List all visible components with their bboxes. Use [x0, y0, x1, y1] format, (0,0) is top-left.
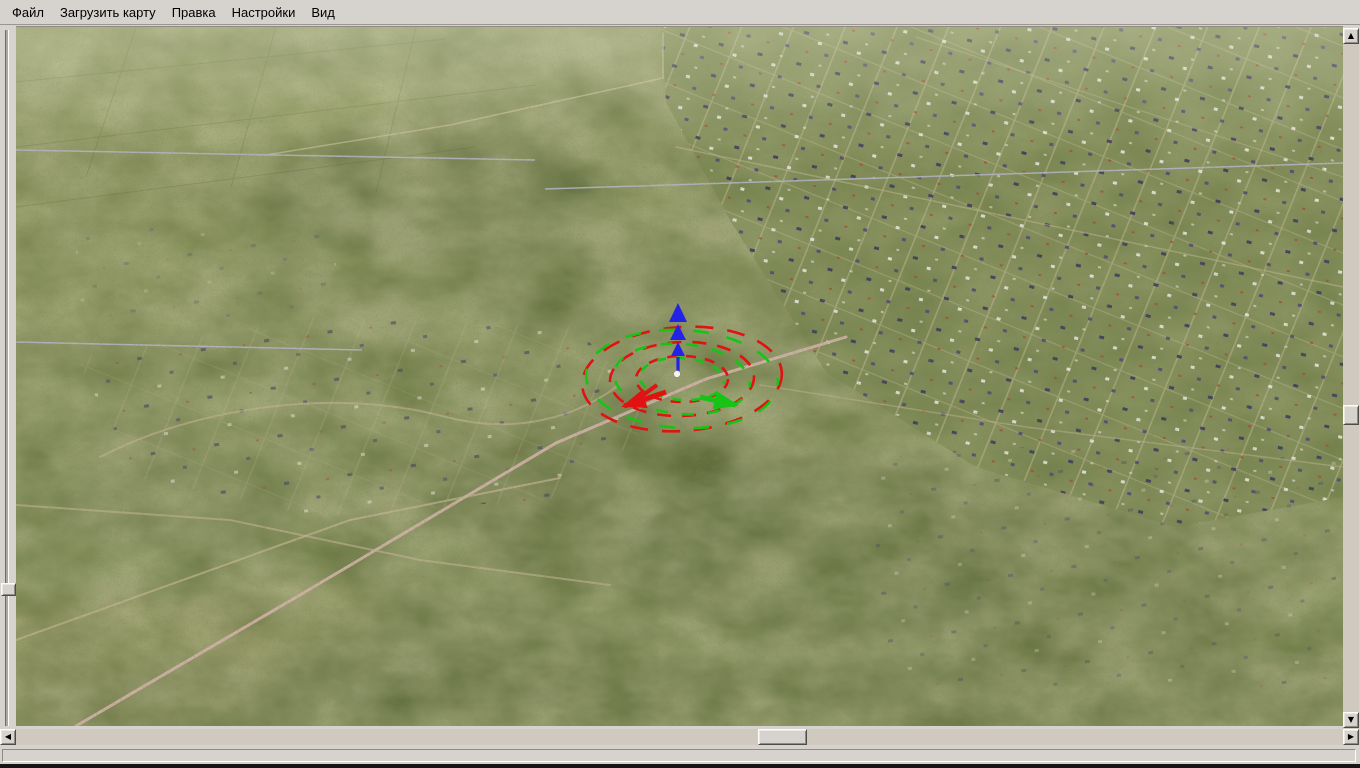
menu-item-file[interactable]: Файл: [4, 2, 52, 23]
scroll-down-button[interactable]: ▼: [1343, 712, 1359, 728]
zoom-slider-track[interactable]: [5, 30, 9, 726]
vertical-scrollbar-thumb[interactable]: [1343, 405, 1359, 425]
menu-item-edit[interactable]: Правка: [164, 2, 224, 23]
scroll-left-button[interactable]: ◀: [0, 729, 16, 745]
status-bar: [2, 749, 1356, 762]
scroll-down-icon: ▼: [1347, 715, 1355, 724]
menu-item-load-map[interactable]: Загрузить карту: [52, 2, 164, 23]
scroll-right-button[interactable]: ▶: [1343, 729, 1359, 745]
horizontal-scrollbar[interactable]: ◀ ▶: [0, 729, 1359, 745]
scroll-right-icon: ▶: [1347, 732, 1355, 741]
zoom-slider[interactable]: [0, 28, 16, 728]
scroll-left-icon: ◀: [4, 732, 12, 741]
horizontal-scrollbar-thumb[interactable]: [758, 729, 807, 745]
window-bottom-edge: [0, 764, 1360, 768]
menu-bar: Файл Загрузить карту Правка Настройки Ви…: [0, 0, 1360, 25]
vertical-scrollbar-track[interactable]: [1343, 44, 1359, 712]
horizontal-scrollbar-track[interactable]: [16, 729, 1343, 745]
application-window: Файл Загрузить карту Правка Настройки Ви…: [0, 0, 1360, 768]
map-viewport[interactable]: [16, 27, 1343, 726]
menu-item-view[interactable]: Вид: [303, 2, 343, 23]
terrain-3d-view: [16, 27, 1343, 726]
client-area: ▲ ▼ ◀ ▶: [0, 26, 1360, 768]
zoom-slider-thumb[interactable]: [1, 583, 16, 596]
scroll-up-icon: ▲: [1347, 31, 1355, 40]
gizmo-center-point[interactable]: [673, 370, 681, 378]
menu-item-settings[interactable]: Настройки: [224, 2, 304, 23]
scroll-up-button[interactable]: ▲: [1343, 28, 1359, 44]
vertical-scrollbar[interactable]: ▲ ▼: [1343, 28, 1359, 730]
